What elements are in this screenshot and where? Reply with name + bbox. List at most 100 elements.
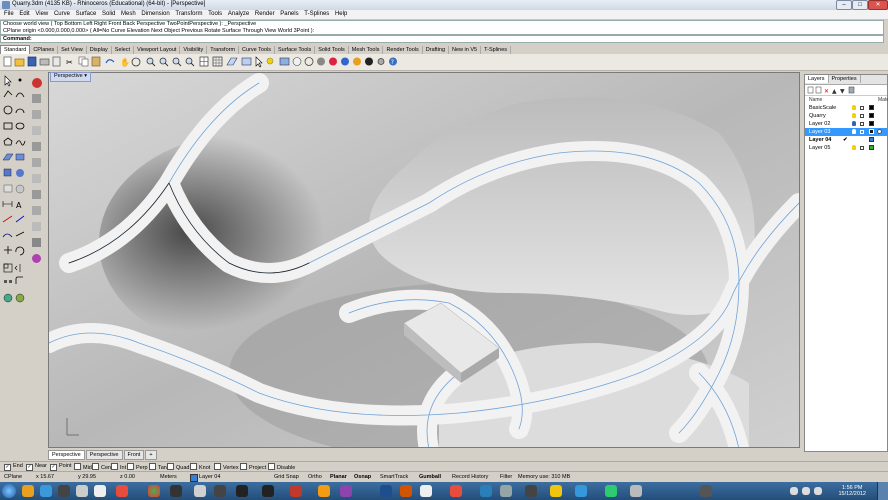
drafting-icon[interactable]	[32, 206, 41, 215]
zoom-icon[interactable]	[146, 57, 156, 67]
unity2-icon[interactable]	[262, 485, 274, 497]
tab-new-in-v5[interactable]: New in V5	[449, 46, 482, 54]
mesh-tools-icon[interactable]	[32, 190, 41, 199]
layer-lock-icon[interactable]	[860, 130, 864, 134]
render-icon[interactable]	[365, 57, 373, 66]
grid-icon[interactable]	[212, 56, 223, 67]
network-icon[interactable]	[802, 487, 810, 495]
move-icon[interactable]	[4, 246, 12, 254]
viewport-layout-icon[interactable]	[199, 56, 209, 67]
solid-tools-icon[interactable]	[32, 174, 41, 183]
status-units[interactable]: Meters	[160, 473, 177, 481]
freeform-icon[interactable]	[15, 140, 26, 146]
delete-layer-icon[interactable]: ✕	[824, 88, 829, 95]
ellipse-icon[interactable]	[15, 122, 25, 130]
layer-lock-icon[interactable]	[860, 122, 864, 126]
menu-mesh[interactable]: Mesh	[121, 11, 136, 17]
tab-viewport-layout[interactable]: Viewport Layout	[134, 46, 181, 54]
tab-visibility[interactable]: Visibility	[180, 46, 208, 54]
new-file-icon[interactable]	[3, 56, 12, 67]
app3-icon[interactable]	[340, 485, 352, 497]
menu-render[interactable]: Render	[255, 11, 275, 17]
toggle-grid-snap[interactable]: Grid Snap	[274, 473, 299, 481]
zoom-selected-icon[interactable]	[185, 57, 195, 67]
close-button[interactable]: ✕	[868, 0, 888, 10]
layer-material-swatch[interactable]	[877, 129, 882, 134]
analyze-icon[interactable]	[3, 293, 13, 303]
undo-icon[interactable]	[105, 59, 115, 64]
tab-layers[interactable]: Layers	[805, 75, 829, 83]
explode-icon[interactable]	[15, 231, 25, 237]
rhino-taskbar-icon[interactable]	[194, 485, 206, 497]
polyline-icon[interactable]	[3, 90, 13, 98]
tray-icon[interactable]	[790, 487, 798, 495]
mesh-app-icon[interactable]	[94, 485, 106, 497]
layer-visible-icon[interactable]	[852, 129, 856, 134]
history-icon[interactable]	[32, 142, 41, 151]
menu-analyze[interactable]: Analyze	[228, 11, 249, 17]
system-clock[interactable]: 1:56 PM 15/12/2012	[838, 485, 866, 497]
menu-help[interactable]: Help	[335, 11, 347, 17]
filezilla-icon[interactable]	[290, 485, 302, 497]
osnap-point[interactable]: ✓ Point	[50, 463, 72, 471]
select-objects-icon[interactable]	[4, 75, 12, 87]
render-tool-icon[interactable]	[15, 293, 25, 303]
tab-cplanes[interactable]: CPlanes	[30, 46, 59, 54]
tab-display[interactable]: Display	[87, 46, 112, 54]
zoom-extents-icon[interactable]	[172, 57, 182, 67]
rotate-icon[interactable]	[15, 246, 25, 256]
menu-curve[interactable]: Curve	[54, 11, 70, 17]
layer-color-swatch[interactable]	[869, 129, 874, 134]
tab-tsplines[interactable]: T-Splines	[481, 46, 512, 54]
layer-row[interactable]: Quarry	[805, 112, 887, 120]
viewport-tab-front[interactable]: Front	[123, 450, 145, 460]
trim-icon[interactable]	[2, 215, 13, 223]
render-preview-icon[interactable]	[341, 57, 349, 66]
curve-icon[interactable]	[15, 92, 25, 98]
box-icon[interactable]	[3, 168, 12, 177]
options-icon[interactable]	[377, 58, 385, 65]
perspective-viewport[interactable]	[48, 72, 800, 448]
array-icon[interactable]	[4, 280, 12, 283]
menu-panels[interactable]: Panels	[280, 11, 298, 17]
command-input[interactable]: Command:	[0, 35, 884, 43]
unity-icon[interactable]	[236, 485, 248, 497]
chrome-icon[interactable]	[148, 485, 160, 497]
copy-icon[interactable]	[78, 56, 89, 67]
blender-icon[interactable]	[318, 485, 330, 497]
layer-color-swatch[interactable]	[869, 145, 874, 150]
cut-icon[interactable]: ✂	[66, 58, 73, 67]
menu-solid[interactable]: Solid	[102, 11, 115, 17]
layer-row[interactable]: Layer 02	[805, 120, 887, 128]
shaded-icon[interactable]	[317, 57, 325, 66]
osnap-end[interactable]: ✓ End	[4, 463, 23, 471]
layer-visible-icon[interactable]	[852, 145, 856, 150]
tsplines-icon[interactable]	[32, 254, 41, 263]
new-sublayer-icon[interactable]	[815, 86, 822, 94]
object-properties-icon[interactable]	[292, 57, 302, 66]
split-icon[interactable]	[15, 215, 25, 223]
layer-color-swatch[interactable]	[869, 121, 874, 126]
zoom-window-icon[interactable]	[159, 57, 169, 67]
app7-icon[interactable]	[575, 485, 587, 497]
layer-row[interactable]: Layer 05	[805, 144, 887, 152]
tab-select[interactable]: Select	[112, 46, 135, 54]
arc-icon[interactable]	[15, 108, 25, 114]
point-icon[interactable]	[18, 78, 22, 82]
minimize-button[interactable]: –	[836, 0, 852, 10]
toggle-record-history[interactable]: Record History	[452, 473, 488, 481]
layer-lock-icon[interactable]	[860, 106, 864, 110]
tab-surface-tools[interactable]: Surface Tools	[275, 46, 316, 54]
app-icon[interactable]	[116, 485, 128, 497]
layer-visible-icon[interactable]	[852, 121, 856, 126]
menu-edit[interactable]: Edit	[19, 11, 29, 17]
steam-icon[interactable]	[170, 485, 182, 497]
show-desktop-button[interactable]	[877, 482, 888, 500]
layer-row-current[interactable]: Layer 04 ✔	[805, 136, 887, 144]
rendered-icon[interactable]	[329, 57, 337, 66]
layer-lock-icon[interactable]	[860, 146, 864, 150]
curve-from-object-icon[interactable]	[32, 158, 41, 167]
tab-properties[interactable]: Properties	[829, 75, 861, 83]
filter-icon[interactable]	[848, 86, 855, 94]
toggle-smarttrack[interactable]: SmartTrack	[380, 473, 408, 481]
